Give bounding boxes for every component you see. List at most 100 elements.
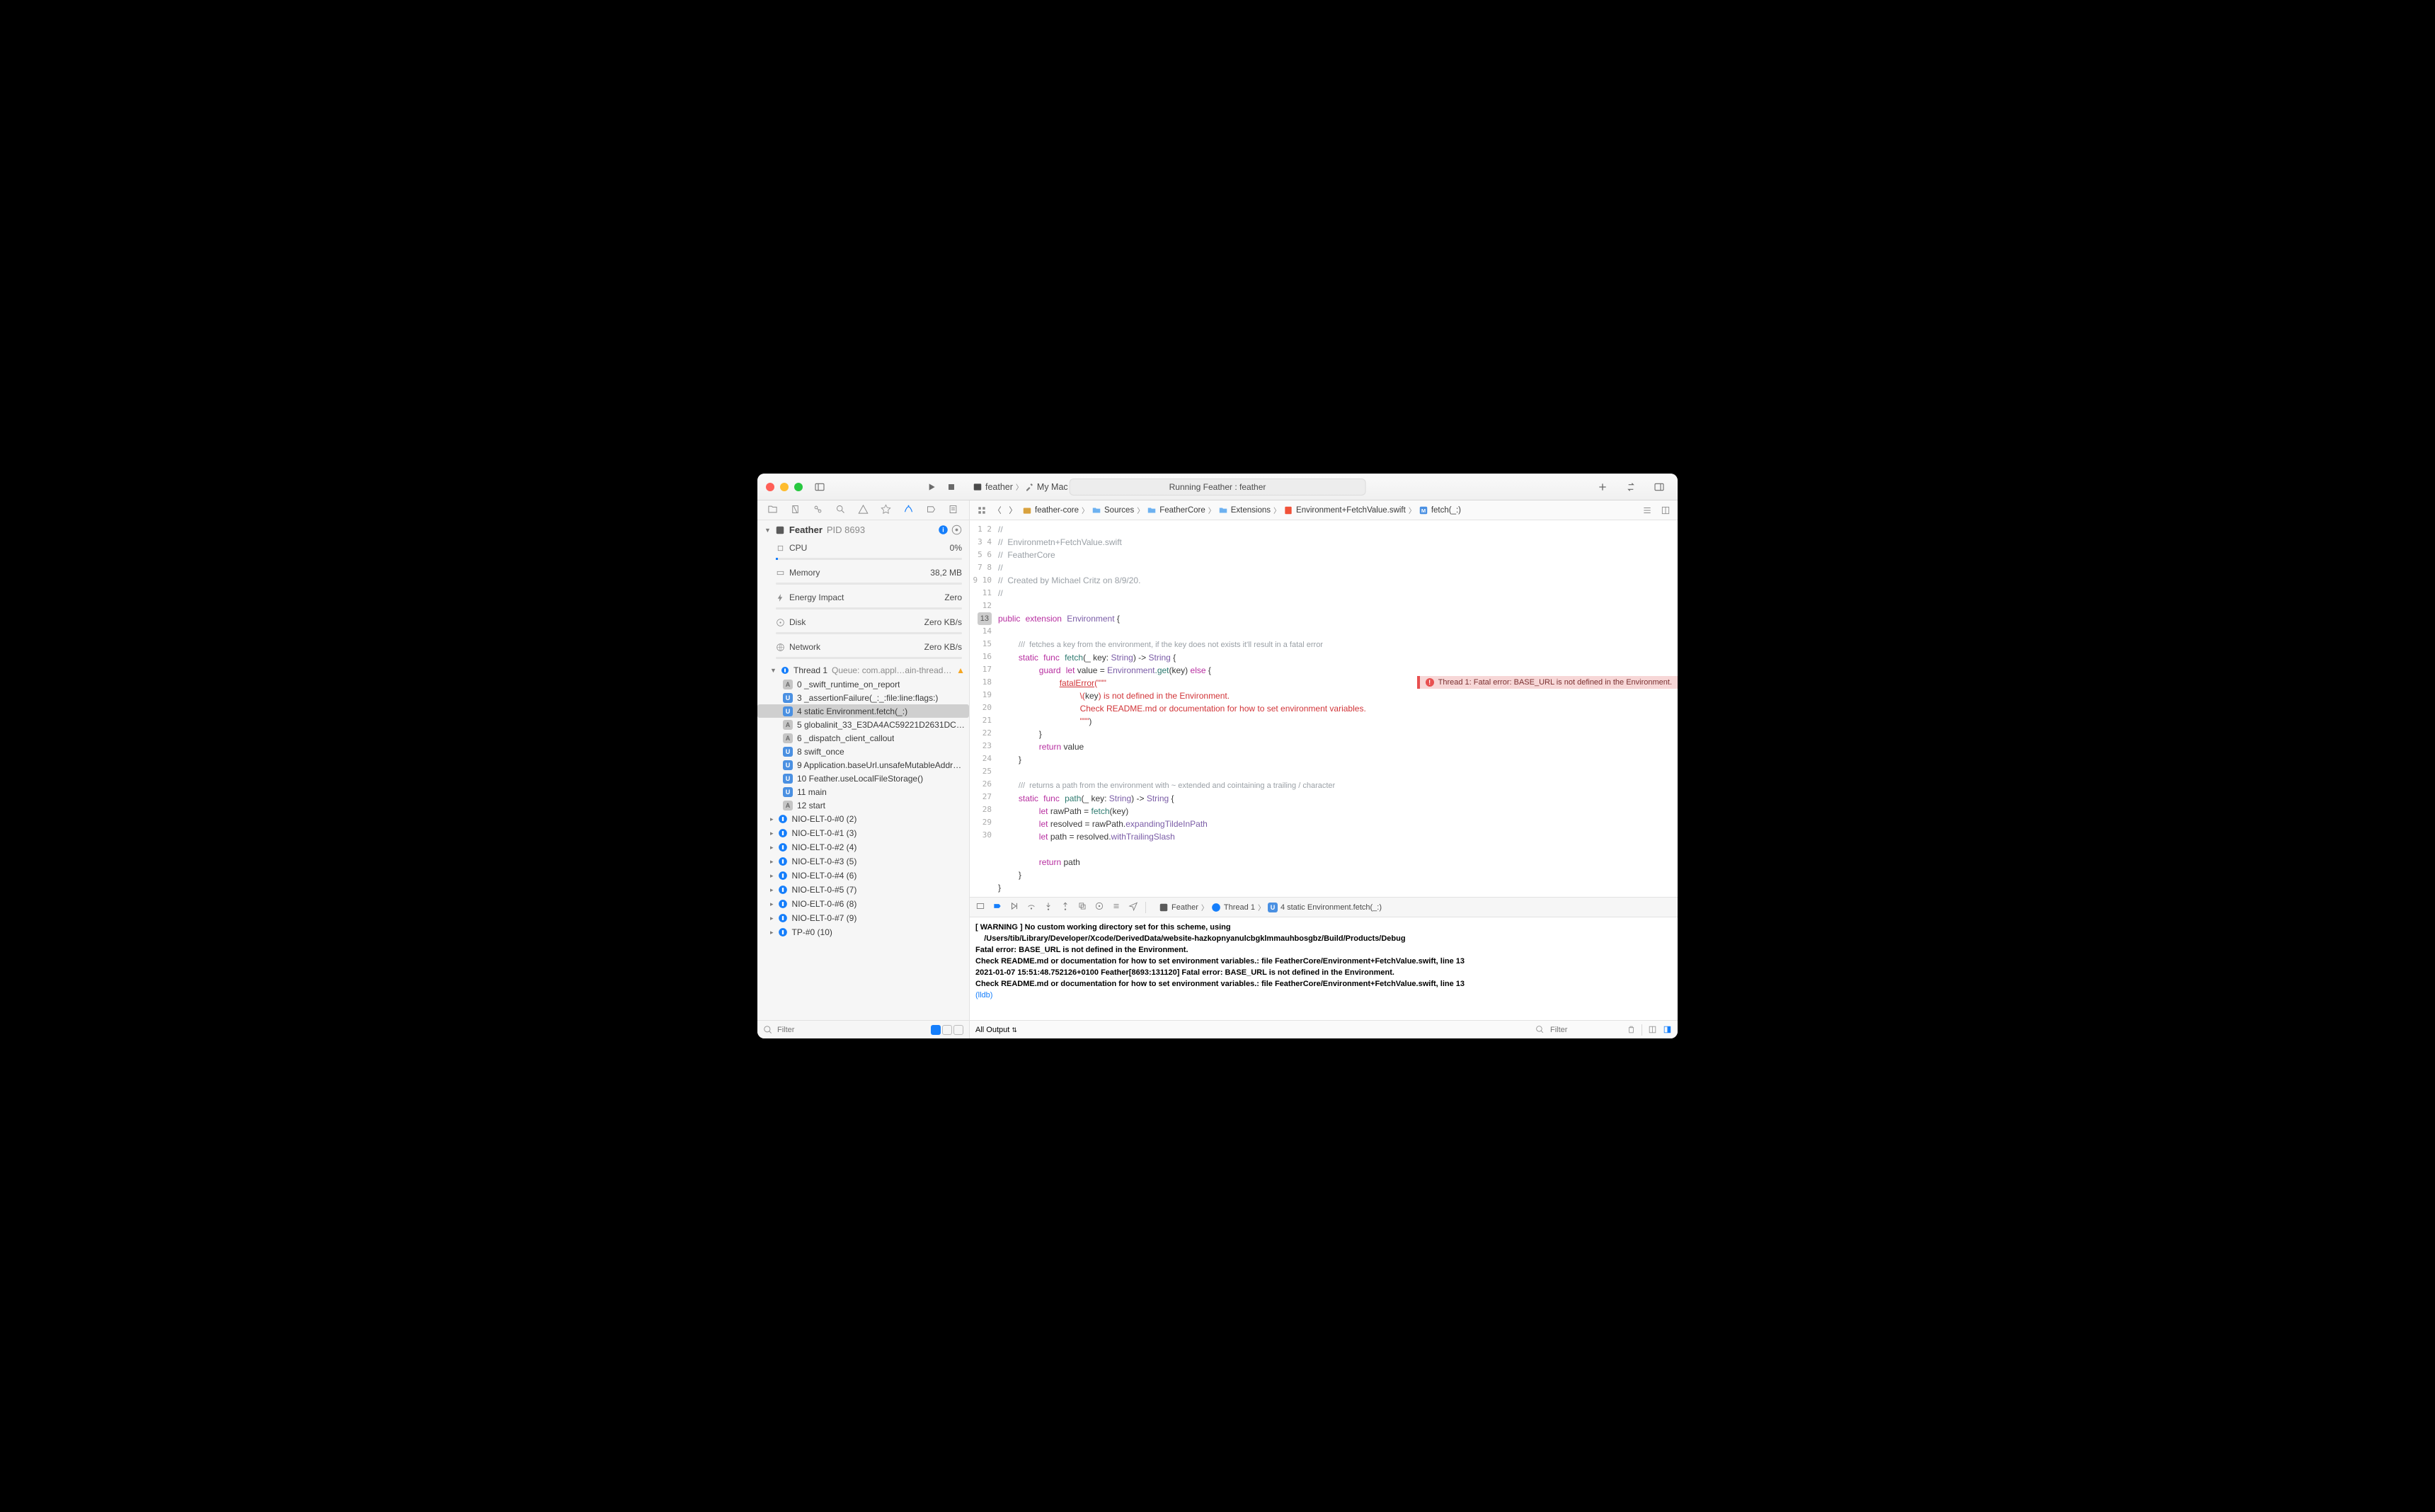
stack-frame[interactable]: U3 _assertionFailure(_:_:file:line:flags… bbox=[757, 691, 969, 704]
activity-status[interactable]: Running Feather : feather bbox=[1070, 479, 1366, 496]
source-control-navigator-tab[interactable] bbox=[790, 504, 801, 517]
step-in-button[interactable] bbox=[1043, 901, 1053, 913]
env-overrides-button[interactable] bbox=[1111, 901, 1121, 913]
related-items-button[interactable] bbox=[975, 504, 988, 517]
filter-toggle-3[interactable] bbox=[953, 1025, 963, 1035]
continue-button[interactable] bbox=[1009, 901, 1019, 913]
svg-text:M: M bbox=[1421, 507, 1426, 513]
project-navigator-tab[interactable] bbox=[767, 504, 778, 517]
breakpoint-navigator-tab[interactable] bbox=[926, 504, 936, 517]
inline-error-banner[interactable]: ! Thread 1: Fatal error: BASE_URL is not… bbox=[1417, 676, 1678, 689]
filter-icon[interactable] bbox=[763, 1025, 773, 1035]
stack-frame[interactable]: U11 main bbox=[757, 785, 969, 798]
debug-view-hierarchy-button[interactable] bbox=[1077, 901, 1087, 913]
thread-row[interactable]: ▸NIO-ELT-0-#0 (2) bbox=[757, 812, 969, 826]
thread-row[interactable]: ▸NIO-ELT-0-#4 (6) bbox=[757, 869, 969, 883]
filter-input[interactable] bbox=[777, 1026, 927, 1034]
thread-icon bbox=[778, 899, 788, 909]
disk-bar bbox=[776, 632, 962, 634]
filter-toggle-2[interactable] bbox=[942, 1025, 952, 1035]
test-navigator-tab[interactable] bbox=[881, 504, 891, 517]
forward-button[interactable]: 〉 bbox=[1007, 504, 1019, 517]
thread-row[interactable]: ▸NIO-ELT-0-#7 (9) bbox=[757, 911, 969, 925]
frame-icon: U bbox=[783, 747, 793, 757]
info-icon[interactable]: i bbox=[938, 525, 949, 535]
stack-frame[interactable]: A12 start bbox=[757, 798, 969, 812]
stack-frame[interactable]: U4 static Environment.fetch(_:) bbox=[757, 704, 969, 718]
network-metric[interactable]: NetworkZero KB/s bbox=[757, 638, 969, 655]
thread-row[interactable]: ▸TP-#0 (10) bbox=[757, 925, 969, 939]
issue-navigator-tab[interactable] bbox=[858, 504, 869, 517]
step-over-button[interactable] bbox=[1026, 901, 1036, 913]
breakpoints-button[interactable] bbox=[992, 901, 1002, 913]
frame-label: 6 _dispatch_client_callout bbox=[797, 733, 894, 743]
stack-frame[interactable]: A0 _swift_runtime_on_report bbox=[757, 677, 969, 691]
zoom-window-button[interactable] bbox=[794, 483, 803, 491]
variables-pane-icon[interactable] bbox=[1648, 1025, 1657, 1034]
frame-label: 10 Feather.useLocalFileStorage() bbox=[797, 774, 923, 784]
disclosure-triangle-icon: ▸ bbox=[770, 915, 774, 922]
location-button[interactable] bbox=[1128, 901, 1138, 913]
debug-navigator-tab[interactable] bbox=[903, 504, 914, 517]
step-out-button[interactable] bbox=[1060, 901, 1070, 913]
stack-frame[interactable]: A5 globalinit_33_E3DA4AC59221D2631DC46… bbox=[757, 718, 969, 731]
source-editor[interactable]: 1 2 3 4 5 6 7 8 9 10 11 12 13 14 15 16 1… bbox=[970, 520, 1678, 897]
find-navigator-tab[interactable] bbox=[835, 504, 846, 517]
back-button[interactable]: 〈 bbox=[991, 504, 1004, 517]
console-filter-input[interactable] bbox=[1550, 1026, 1621, 1034]
editor-options-button[interactable] bbox=[1659, 504, 1672, 517]
debug-breadcrumb[interactable]: Feather〉 Thread 1〉 U 4 static Environmen… bbox=[1159, 902, 1382, 912]
debug-area: Feather〉 Thread 1〉 U 4 static Environmen… bbox=[970, 897, 1678, 1038]
energy-metric[interactable]: Energy ImpactZero bbox=[757, 589, 969, 606]
debug-footer: All Output ⇅ bbox=[970, 1020, 1678, 1038]
close-window-button[interactable] bbox=[766, 483, 774, 491]
add-button[interactable] bbox=[1593, 477, 1612, 497]
symbol-navigator-tab[interactable] bbox=[813, 504, 823, 517]
debug-crumb-process: Feather bbox=[1171, 903, 1198, 912]
output-filter-button[interactable]: All Output ⇅ bbox=[975, 1026, 1017, 1034]
trash-icon[interactable] bbox=[1627, 1025, 1636, 1034]
thread-row[interactable]: ▸NIO-ELT-0-#2 (4) bbox=[757, 840, 969, 854]
thread-row[interactable]: ▸NIO-ELT-0-#5 (7) bbox=[757, 883, 969, 897]
stop-button[interactable] bbox=[941, 477, 961, 497]
thread-row[interactable]: ▸NIO-ELT-0-#1 (3) bbox=[757, 826, 969, 840]
report-navigator-tab[interactable] bbox=[948, 504, 958, 517]
stack-frame[interactable]: U9 Application.baseUrl.unsafeMutableAddr… bbox=[757, 758, 969, 772]
debug-toolbar: Feather〉 Thread 1〉 U 4 static Environmen… bbox=[970, 898, 1678, 917]
thread-1-row[interactable]: ▼ Thread 1 Queue: com.appl…ain-thread (s… bbox=[757, 663, 969, 677]
debug-crumb-frame: 4 static Environment.fetch(_:) bbox=[1280, 903, 1382, 912]
stack-frame[interactable]: U10 Feather.useLocalFileStorage() bbox=[757, 772, 969, 785]
toggle-navigator-button[interactable] bbox=[810, 477, 830, 497]
hide-debug-button[interactable] bbox=[975, 901, 985, 913]
thread-icon bbox=[778, 828, 788, 838]
filter-icon[interactable] bbox=[1535, 1025, 1545, 1034]
minimap-button[interactable] bbox=[1641, 504, 1654, 517]
run-button[interactable] bbox=[922, 477, 941, 497]
stack-frame[interactable]: A6 _dispatch_client_callout bbox=[757, 731, 969, 745]
thread-label: TP-#0 (10) bbox=[792, 927, 832, 937]
memory-graph-icon[interactable] bbox=[951, 525, 962, 535]
memory-metric[interactable]: Memory38,2 MB bbox=[757, 564, 969, 581]
folder-icon bbox=[1147, 505, 1157, 515]
lldb-prompt: (lldb) bbox=[975, 991, 992, 1000]
status-text: Running Feather : feather bbox=[1169, 482, 1266, 492]
debug-memory-button[interactable] bbox=[1094, 901, 1104, 913]
code-review-button[interactable] bbox=[1621, 477, 1641, 497]
lines-icon bbox=[1642, 505, 1652, 515]
breadcrumb[interactable]: feather-core〉 Sources〉 FeatherCore〉 Exte… bbox=[1022, 505, 1461, 515]
debug-console[interactable]: [ WARNING ] No custom working directory … bbox=[970, 917, 1678, 1020]
code-content[interactable]: // // Environmetn+FetchValue.swift // Fe… bbox=[998, 520, 1678, 897]
cpu-metric[interactable]: CPU0% bbox=[757, 539, 969, 556]
toggle-inspector-button[interactable] bbox=[1649, 477, 1669, 497]
stack-frame[interactable]: U8 swift_once bbox=[757, 745, 969, 758]
plus-icon bbox=[1597, 481, 1608, 493]
console-pane-icon[interactable] bbox=[1663, 1025, 1672, 1034]
xcode-window: feather 〉 My Mac Running Feather : feath… bbox=[757, 474, 1678, 1038]
thread-row[interactable]: ▸NIO-ELT-0-#3 (5) bbox=[757, 854, 969, 869]
scheme-selector[interactable]: feather 〉 My Mac bbox=[973, 481, 1068, 492]
process-header[interactable]: ▼ Feather PID 8693 i bbox=[757, 520, 969, 539]
thread-row[interactable]: ▸NIO-ELT-0-#6 (8) bbox=[757, 897, 969, 911]
minimize-window-button[interactable] bbox=[780, 483, 789, 491]
filter-toggle-1[interactable] bbox=[931, 1025, 941, 1035]
disk-metric[interactable]: DiskZero KB/s bbox=[757, 614, 969, 631]
